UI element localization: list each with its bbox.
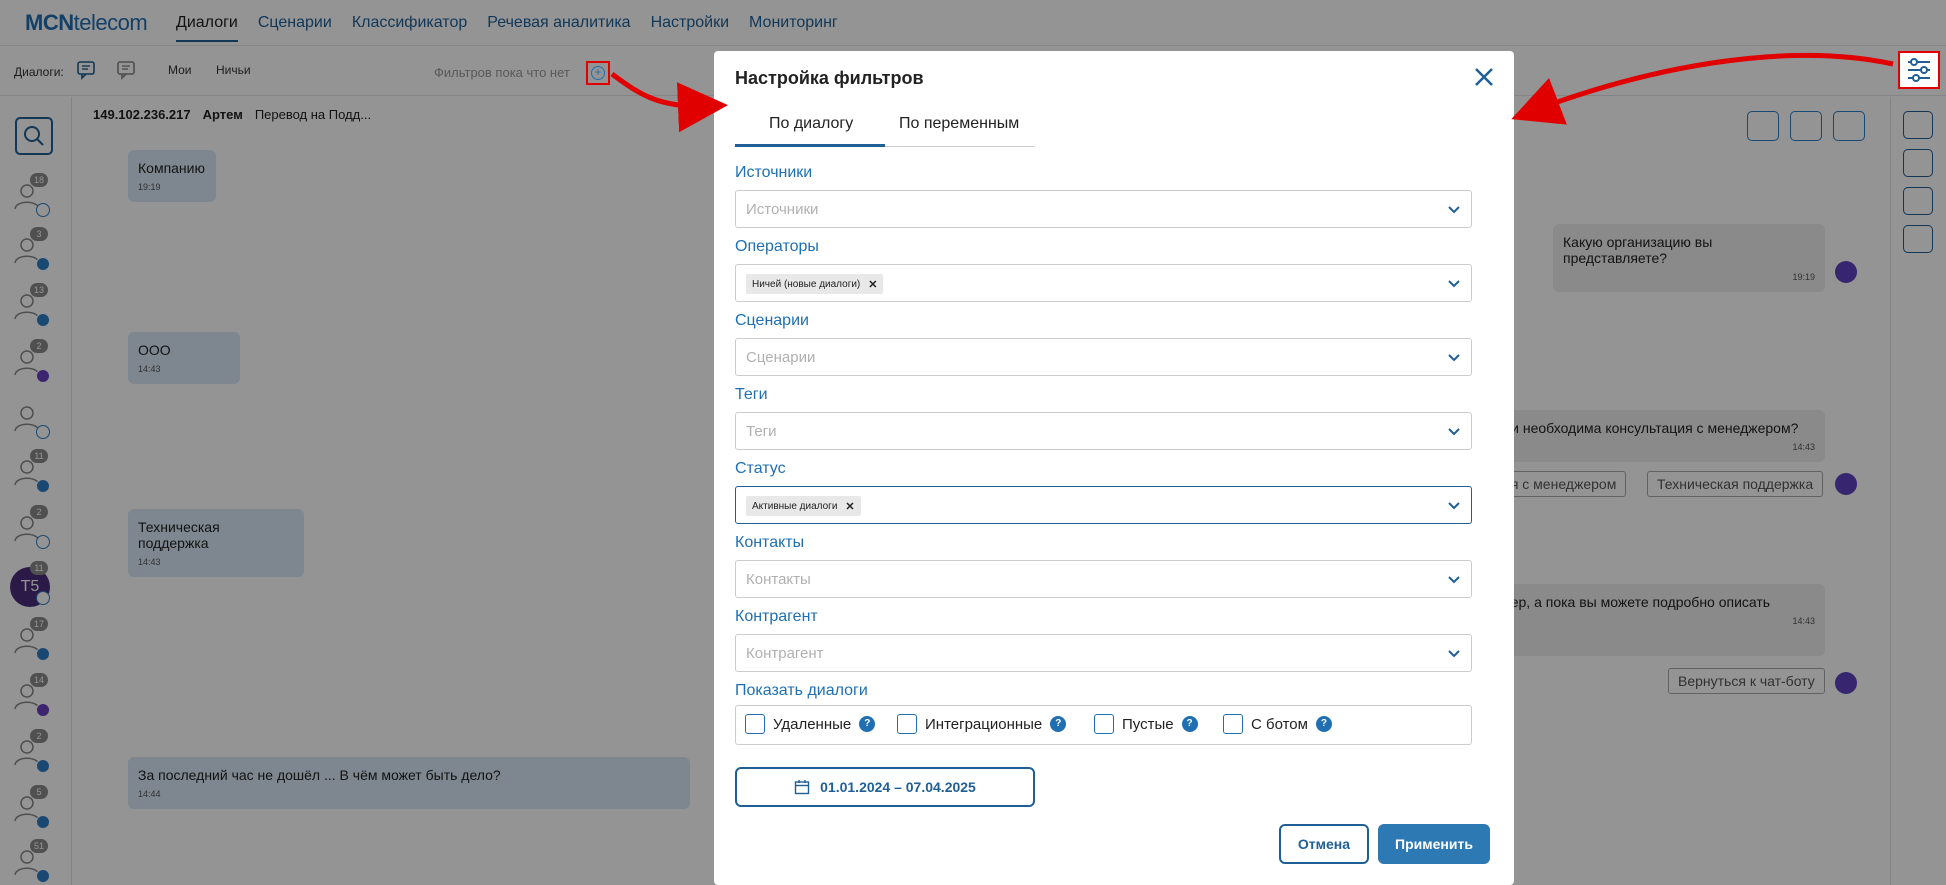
operators-select[interactable]: Ничей (новые диалоги) ✕ (735, 264, 1472, 302)
status-select[interactable]: Активные диалоги ✕ (735, 486, 1472, 524)
close-icon[interactable] (1471, 64, 1497, 90)
operators-label: Операторы (735, 238, 819, 255)
sources-label: Источники (735, 164, 813, 181)
cancel-button[interactable]: Отмена (1279, 824, 1369, 864)
modal-tabs: По диалогу По переменным (735, 105, 1035, 147)
contacts-label: Контакты (735, 534, 805, 551)
plus-circle-icon: + (591, 66, 605, 80)
tab-by-dialog[interactable]: По диалогу (769, 115, 853, 133)
apply-button[interactable]: Применить (1378, 824, 1490, 864)
checkbox[interactable] (745, 714, 765, 734)
scenarios-select[interactable]: Сценарии (735, 338, 1472, 376)
checkbox[interactable] (897, 714, 917, 734)
chevron-down-icon (1448, 650, 1460, 658)
tags-label: Теги (735, 386, 768, 403)
remove-tag-icon[interactable]: ✕ (845, 500, 854, 513)
show-dialogs-group: Удаленные? Интеграционные? Пустые? С бот… (735, 705, 1472, 745)
date-range-value: 01.01.2024 – 07.04.2025 (820, 779, 976, 795)
tab-by-variables[interactable]: По переменным (899, 115, 1019, 133)
scenarios-label: Сценарии (735, 312, 809, 329)
help-icon[interactable]: ? (859, 716, 876, 732)
remove-tag-icon[interactable]: ✕ (868, 278, 877, 291)
counterparty-select[interactable]: Контрагент (735, 634, 1472, 672)
selected-tag: Активные диалоги ✕ (746, 496, 861, 516)
date-range-button[interactable]: 01.01.2024 – 07.04.2025 (735, 767, 1035, 807)
checkbox[interactable] (1094, 714, 1114, 734)
contacts-select[interactable]: Контакты (735, 560, 1472, 598)
selected-tag: Ничей (новые диалоги) ✕ (746, 274, 884, 294)
checkbox[interactable] (1223, 714, 1243, 734)
active-tab-indicator (735, 144, 885, 147)
help-icon[interactable]: ? (1050, 716, 1067, 732)
chevron-down-icon (1448, 502, 1460, 510)
checkbox-deleted[interactable]: Удаленные? (745, 714, 876, 734)
counterparty-label: Контрагент (735, 608, 818, 625)
checkbox-integration[interactable]: Интеграционные? (897, 714, 1067, 734)
status-label: Статус (735, 460, 786, 477)
filter-settings-button[interactable] (1898, 51, 1940, 89)
calendar-icon (794, 780, 810, 795)
checkbox-empty[interactable]: Пустые? (1094, 714, 1198, 734)
sources-select[interactable]: Источники (735, 190, 1472, 228)
checkbox-with-bot[interactable]: С ботом? (1223, 714, 1332, 734)
modal-title: Настройка фильтров (735, 68, 924, 88)
chevron-down-icon (1448, 576, 1460, 584)
filter-settings-modal: Настройка фильтров По диалогу По перемен… (714, 51, 1514, 885)
show-dialogs-label: Показать диалоги (735, 682, 868, 699)
help-icon[interactable]: ? (1315, 716, 1332, 732)
chevron-down-icon (1448, 354, 1460, 362)
chevron-down-icon (1448, 206, 1460, 214)
chevron-down-icon (1448, 428, 1460, 436)
help-icon[interactable]: ? (1181, 716, 1198, 732)
add-filter-button[interactable]: + (586, 61, 610, 85)
tags-select[interactable]: Теги (735, 412, 1472, 450)
sliders-icon (1908, 58, 1930, 82)
chevron-down-icon (1448, 280, 1460, 288)
